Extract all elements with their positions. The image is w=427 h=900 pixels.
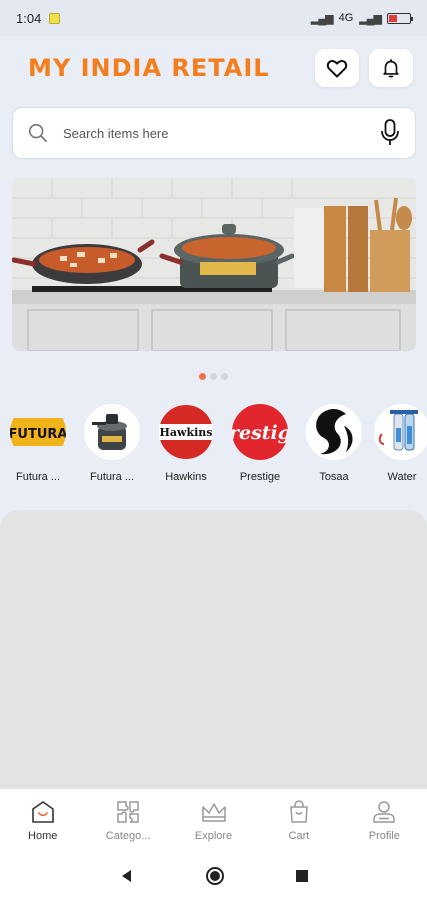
signal-icon: ▂▄▆ <box>310 12 334 25</box>
cart-icon <box>290 800 308 823</box>
nav-categories[interactable]: Catego... <box>85 789 170 852</box>
nav-home[interactable]: Home <box>0 789 85 852</box>
microphone-icon[interactable] <box>379 118 401 148</box>
brand-item-futura-cooker[interactable]: Futura ... <box>79 404 145 483</box>
nav-label: Explore <box>194 830 233 842</box>
nav-cart[interactable]: Cart <box>256 789 341 852</box>
promo-banner[interactable] <box>12 178 416 351</box>
recents-icon[interactable] <box>295 869 309 883</box>
prestige-logo: restig <box>232 404 288 460</box>
status-bar: 1:04 ▂▄▆ 4G ▂▄▆ <box>0 0 427 36</box>
brand-item-tosaa[interactable]: Tosaa <box>301 404 367 483</box>
bell-icon <box>383 59 399 78</box>
tosaa-logo <box>306 404 362 460</box>
bottom-navigation: Home Catego... Explore Cart Profile <box>0 788 427 852</box>
brand-label: Futura ... <box>89 471 135 483</box>
brand-title: MY INDIA RETAIL <box>28 54 270 82</box>
brand-item-futura[interactable]: FUTURA Futura ... <box>5 404 71 483</box>
network-type: 4G <box>338 12 354 24</box>
brand-item-hawkins[interactable]: Hawkins Hawkins <box>153 404 219 483</box>
back-icon[interactable] <box>119 868 135 884</box>
category-icon <box>117 801 139 823</box>
brand-list: FUTURA Futura ... Futura ... Hawkins Haw… <box>0 404 427 494</box>
carousel-dot[interactable] <box>199 373 206 380</box>
wifi-signal-icon: ▂▄▆ <box>359 12 382 25</box>
home-button-icon[interactable] <box>205 866 225 886</box>
nav-explore[interactable]: Explore <box>171 789 256 852</box>
water-purifier-image <box>374 404 427 460</box>
search-icon <box>28 123 48 143</box>
futura-cooker-image <box>84 404 140 460</box>
nav-label: Home <box>28 830 58 842</box>
svg-text:Hawkins: Hawkins <box>160 426 213 439</box>
carousel-indicator <box>0 373 427 380</box>
profile-icon <box>373 801 396 823</box>
search-bar[interactable]: Search items here <box>12 107 416 159</box>
hawkins-logo: Hawkins <box>158 404 214 460</box>
content-placeholder <box>0 510 427 790</box>
brand-label: Tosaa <box>319 471 349 483</box>
nav-profile[interactable]: Profile <box>342 789 427 852</box>
system-navigation <box>0 852 427 900</box>
brand-item-water[interactable]: Water <box>369 404 427 483</box>
svg-text:FUTURA: FUTURA <box>10 427 66 442</box>
notifications-button[interactable] <box>369 49 413 87</box>
svg-text:restig: restig <box>232 422 288 444</box>
battery-icon <box>387 12 413 24</box>
nav-label: Cart <box>288 830 310 842</box>
brand-label: Prestige <box>239 471 281 483</box>
heart-icon <box>326 59 348 78</box>
app-header: MY INDIA RETAIL <box>0 36 427 100</box>
brand-label: Futura ... <box>15 471 61 483</box>
notification-icon <box>49 12 61 24</box>
brand-label: Hawkins <box>165 471 207 483</box>
brand-item-prestige[interactable]: restig Prestige <box>227 404 293 483</box>
futura-logo: FUTURA <box>10 404 66 460</box>
nav-label: Catego... <box>105 830 151 842</box>
home-icon <box>31 801 54 823</box>
carousel-dot[interactable] <box>221 373 228 380</box>
carousel-dot[interactable] <box>210 373 217 380</box>
search-input[interactable]: Search items here <box>63 126 379 141</box>
brand-label: Water <box>387 471 417 483</box>
status-time: 1:04 <box>16 10 42 26</box>
wishlist-button[interactable] <box>315 49 359 87</box>
explore-icon <box>201 803 226 822</box>
banner-image <box>12 178 416 351</box>
nav-label: Profile <box>368 830 400 842</box>
